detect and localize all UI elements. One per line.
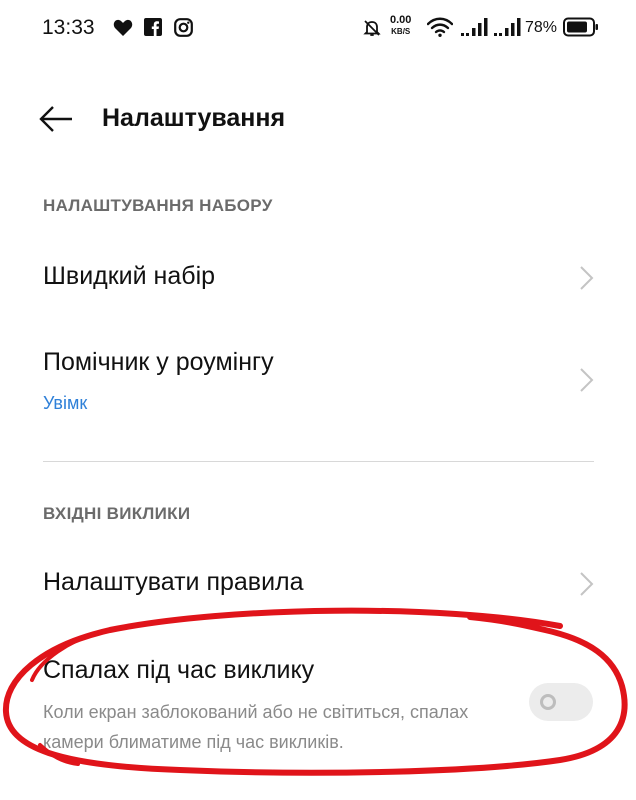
configure-rules-label: Налаштувати правила (43, 568, 304, 596)
flash-on-call-description: Коли екран заблокований або не світиться… (43, 702, 469, 752)
status-bar: 13:33 0.00 KB/S 78% (0, 0, 636, 56)
status-time: 13:33 (42, 16, 95, 39)
chevron-right-icon (580, 266, 594, 290)
flash-on-call-label: Спалах під час виклику (43, 656, 315, 684)
section-header-dial-settings: НАЛАШТУВАННЯ НАБОРУ (43, 196, 273, 215)
heart-icon (113, 19, 133, 36)
speed-dial-label: Швидкий набір (43, 262, 216, 290)
section-header-incoming-calls: ВХІДНІ ВИКЛИКИ (43, 504, 191, 523)
mute-icon (363, 20, 381, 36)
page-title: Налаштування (102, 104, 286, 132)
flash-on-call-toggle[interactable] (529, 683, 593, 721)
app-header: Налаштування (0, 90, 636, 150)
battery-icon (563, 17, 598, 37)
chevron-right-icon (580, 572, 594, 596)
toggle-knob (540, 694, 556, 710)
network-speed-unit: KB/S (391, 27, 411, 36)
chevron-right-icon (580, 368, 594, 392)
facebook-icon (144, 18, 162, 36)
roaming-assistant-label: Помічник у роумінгу (43, 348, 274, 376)
wifi-icon (427, 17, 453, 37)
arrow-left-icon[interactable] (38, 104, 74, 134)
roaming-assistant-status: Увімк (43, 393, 88, 413)
battery-percent: 78% (525, 19, 558, 36)
network-speed-value: 0.00 (390, 14, 412, 26)
network-speed: 0.00 KB/S (390, 15, 411, 37)
signal-icon (461, 18, 488, 36)
divider (43, 461, 594, 462)
signal-icon-2 (494, 18, 521, 36)
instagram-icon (174, 18, 193, 37)
